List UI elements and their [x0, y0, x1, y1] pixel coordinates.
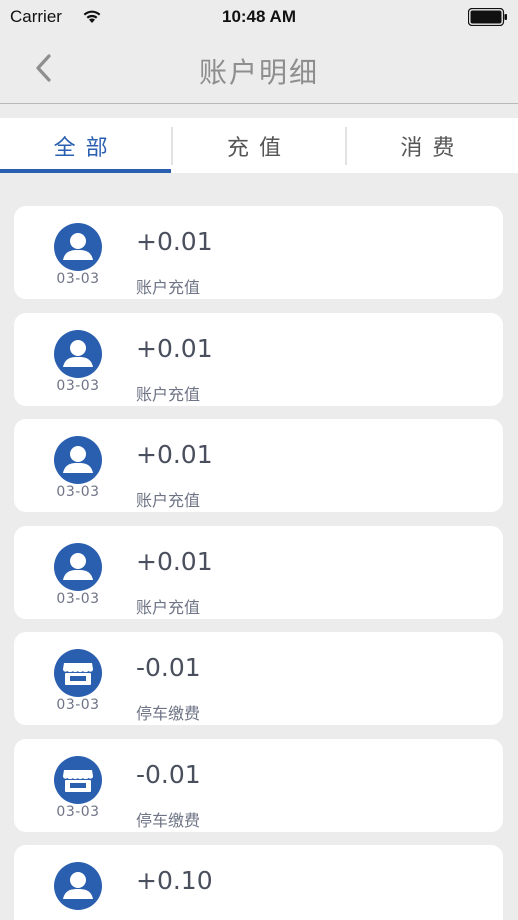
transaction-date: 03-03 — [56, 590, 100, 607]
transaction-amount: +0.10 — [136, 866, 213, 895]
tab-recharge[interactable]: 充值 — [173, 118, 344, 173]
tab-consume[interactable]: 消费 — [347, 118, 518, 173]
transaction-date: 03-03 — [56, 377, 100, 394]
person-icon — [54, 223, 102, 271]
nav-bar: 账户明细 — [0, 34, 518, 104]
tab-bar: 全部 充值 消费 — [0, 118, 518, 173]
transaction-amount: -0.01 — [136, 759, 201, 789]
transaction-description: 账户充值 — [136, 278, 201, 297]
transaction-description: 账户充值 — [136, 491, 201, 510]
transaction-description: 停车缴费 — [136, 704, 201, 723]
transaction-card[interactable]: 03-03 +0.01 账户充值 — [14, 312, 503, 406]
person-icon — [54, 436, 102, 484]
transaction-date: 03-03 — [56, 697, 100, 713]
transaction-card[interactable]: 03-03 -0.01 停车缴费 — [14, 738, 503, 832]
transaction-card[interactable]: +0.10 — [14, 845, 503, 920]
transaction-amount: +0.01 — [136, 227, 213, 256]
transaction-card[interactable]: 03-03 +0.01 账户充值 — [14, 525, 503, 619]
transaction-amount: +0.01 — [136, 440, 213, 469]
transaction-card[interactable]: 03-03 +0.01 账户充值 — [14, 206, 503, 299]
person-icon — [54, 862, 102, 910]
battery-icon — [467, 7, 508, 27]
transaction-amount: -0.01 — [136, 653, 201, 682]
transaction-list[interactable]: 03-03 +0.01 账户充值 03-03 +0.01 账户充值 03-03 … — [14, 206, 503, 920]
person-icon — [54, 329, 102, 378]
tab-all[interactable]: 全部 — [0, 118, 172, 173]
transaction-description: 账户充值 — [136, 384, 201, 404]
transaction-amount: +0.01 — [136, 333, 213, 363]
transaction-amount: +0.01 — [136, 546, 213, 576]
transaction-card[interactable]: 03-03 +0.01 账户充值 — [14, 419, 503, 512]
transaction-description: 停车缴费 — [136, 810, 201, 830]
store-icon — [54, 755, 102, 804]
status-bar: Carrier 10:48 AM — [0, 0, 518, 34]
store-icon — [54, 649, 102, 697]
transaction-description: 账户充值 — [136, 597, 201, 617]
transaction-date: 03-03 — [56, 271, 100, 287]
transaction-date: 03-03 — [56, 803, 100, 820]
clock: 10:48 AM — [221, 7, 296, 26]
transaction-date: 03-03 — [56, 484, 100, 500]
page-title: 账户明细 — [198, 56, 319, 89]
transaction-card[interactable]: 03-03 -0.01 停车缴费 — [14, 632, 503, 725]
person-icon — [54, 542, 102, 591]
